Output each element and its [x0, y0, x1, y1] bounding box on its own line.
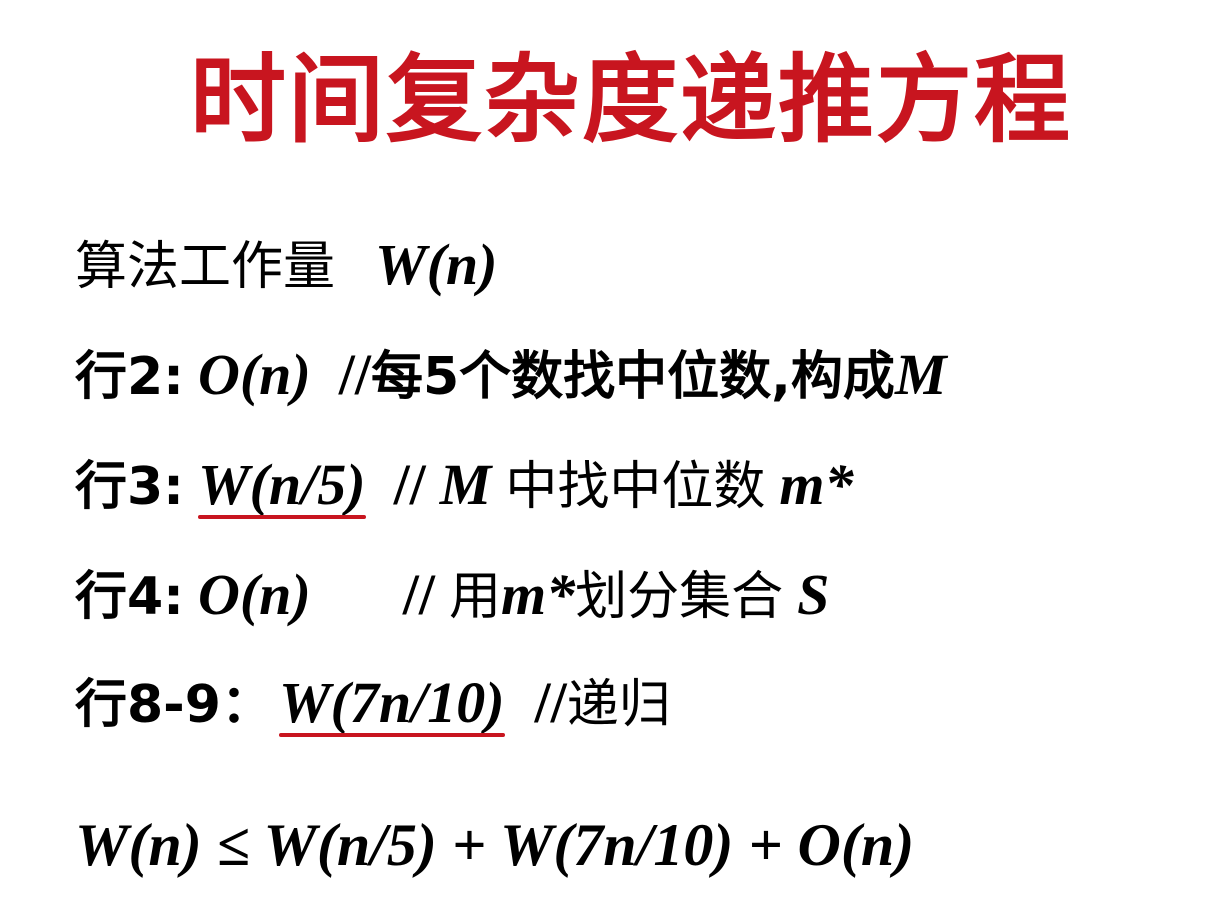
line-expression: O(n) — [197, 562, 311, 627]
recurrence-equation: W(n) ≤ W(n/5) + W(7n/10) + O(n) — [75, 812, 915, 878]
comment-variable: M — [894, 342, 947, 407]
line-row2: 行2: O(n) //每5个数找中位数,构成M — [75, 335, 947, 415]
line-expression: W(7n/10) — [278, 670, 505, 735]
comment-variable: m* — [779, 452, 854, 517]
line-label: 行2: — [75, 347, 184, 407]
comment-marker: // — [393, 452, 426, 517]
line-row8-9: 行8-9： W(7n/10) //递归 — [75, 663, 671, 743]
line-comment: 中找中位数 — [505, 457, 766, 517]
line-label: 行8-9： — [75, 675, 273, 735]
comment-verb: 用 — [449, 567, 502, 627]
line-expression: W(n/5) — [197, 452, 366, 517]
line-row3: 行3: W(n/5) //M 中找中位数 m* — [75, 445, 854, 525]
comment-variable-pre: M — [439, 452, 492, 517]
comment-variable: S — [797, 562, 830, 627]
line-workload: 算法工作量 W(n) — [75, 225, 497, 305]
line-comment: 递归 — [566, 675, 671, 735]
comment-marker: // — [338, 342, 371, 407]
line-comment: 每5个数找中位数,构成 — [371, 347, 895, 407]
comment-marker: // — [534, 670, 567, 735]
line-label: 行4: — [75, 567, 184, 627]
slide-title: 时间复杂度递推方程 — [190, 44, 1072, 156]
underlined-term: W(n/5) — [197, 445, 366, 527]
line-label: 算法工作量 — [75, 237, 336, 297]
line-expression: W(n) — [375, 232, 498, 297]
line-expression: O(n) — [197, 342, 311, 407]
comment-variable-mid: m* — [501, 562, 576, 627]
underlined-term: W(7n/10) — [278, 663, 505, 745]
comment-marker: // — [402, 562, 435, 627]
line-row4: 行4: O(n) //用m*划分集合 S — [75, 555, 829, 635]
slide: 时间复杂度递推方程 算法工作量 W(n) 行2: O(n)//每5个数找中位数,构成… — [0, 0, 1212, 920]
line-comment: 划分集合 — [575, 567, 784, 627]
line-label: 行3: — [75, 457, 184, 517]
